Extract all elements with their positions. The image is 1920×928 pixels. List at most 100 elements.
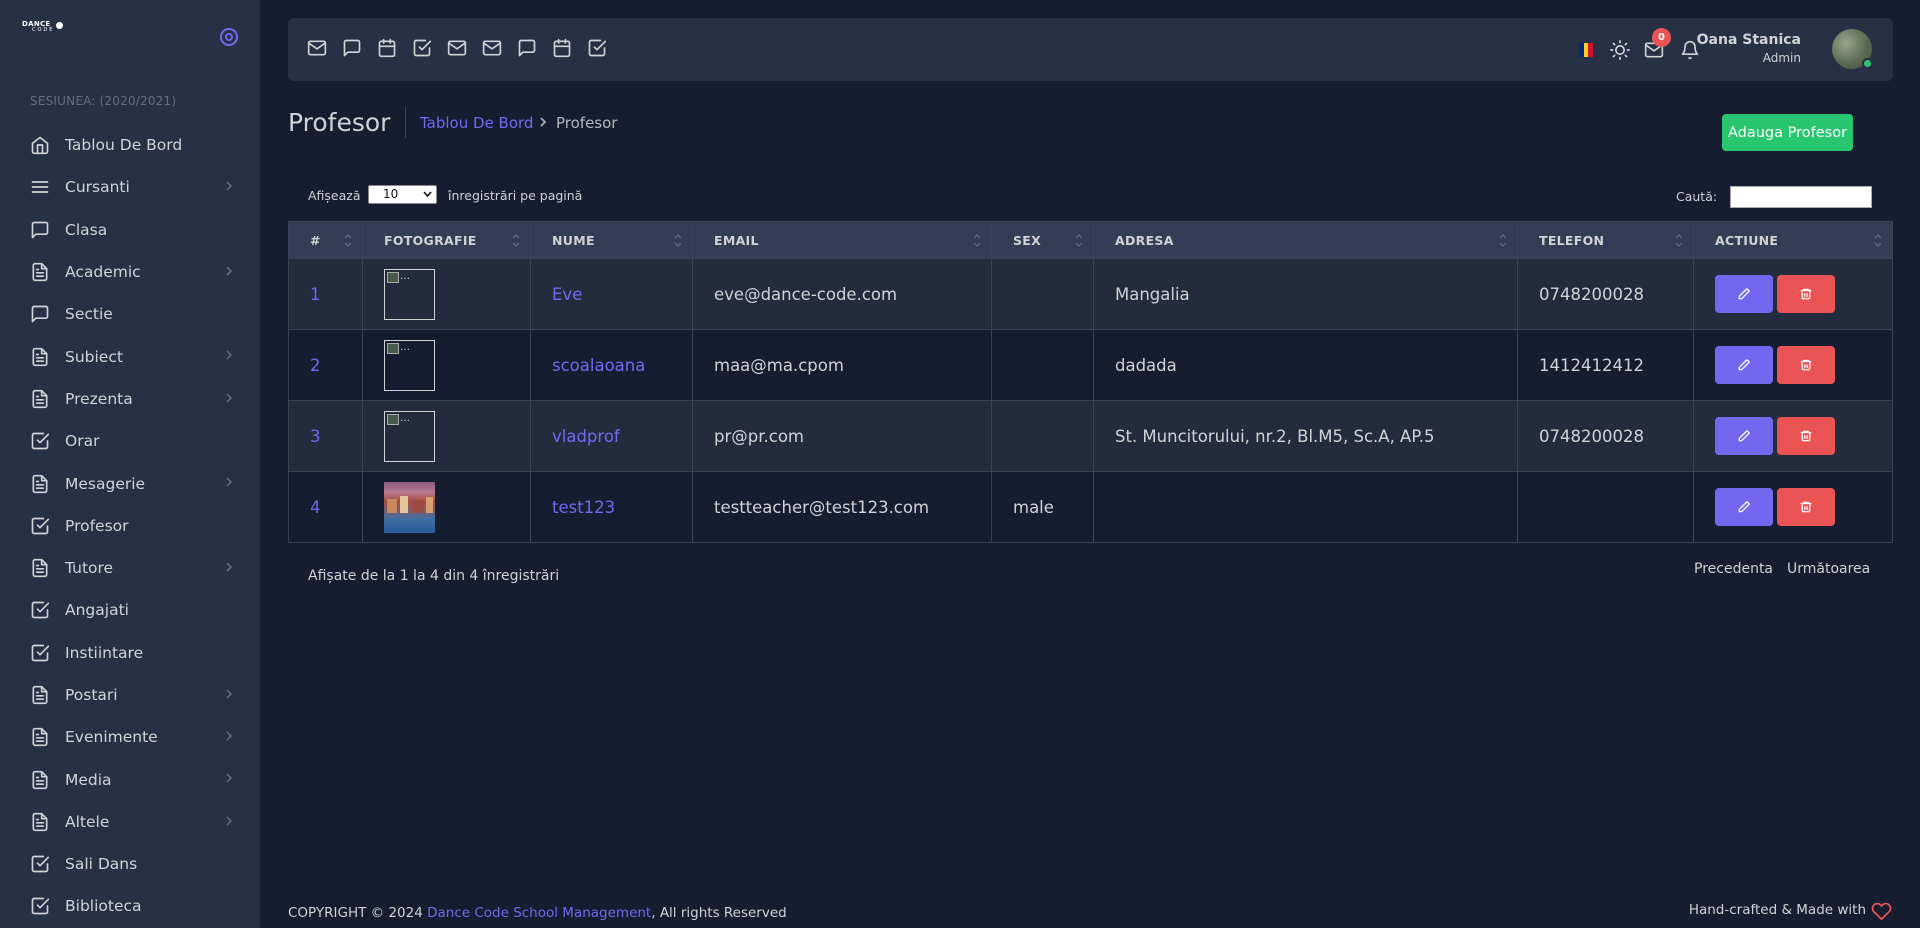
sidebar-item-profesor[interactable]: Profesor [0, 505, 260, 547]
search-input[interactable] [1730, 186, 1872, 208]
sidebar-item-sectie[interactable]: Sectie [0, 293, 260, 335]
teacher-sex: male [991, 471, 1094, 543]
page-length-select[interactable]: 10 [368, 185, 437, 204]
pencil-icon [1738, 430, 1750, 442]
delete-button[interactable] [1777, 346, 1835, 384]
column-header-label: EMAIL [714, 232, 759, 248]
column-header[interactable]: # [288, 221, 363, 259]
mail-icon[interactable] [447, 38, 467, 58]
calendar-icon[interactable] [377, 38, 397, 58]
pencil-icon [1738, 359, 1750, 371]
edit-button[interactable] [1715, 346, 1773, 384]
language-flag-icon[interactable] [1579, 43, 1594, 57]
delete-button[interactable] [1777, 417, 1835, 455]
teacher-name-link[interactable]: scoalaoana [530, 329, 693, 401]
row-id[interactable]: 1 [288, 258, 363, 330]
sidebar-item-clasa[interactable]: Clasa [0, 209, 260, 251]
user-name[interactable]: Oana Stanica [1697, 32, 1801, 48]
sun-icon[interactable] [1610, 40, 1630, 60]
sidebar-item-evenimente[interactable]: Evenimente [0, 716, 260, 758]
photo-detail [387, 498, 397, 513]
sidebar-item-label: Sectie [65, 305, 113, 324]
chevron-right-icon [540, 117, 547, 127]
pagination-next[interactable]: Următoarea [1787, 561, 1870, 577]
teacher-name-link[interactable]: test123 [530, 471, 693, 543]
sidebar: DANCE CODE SESIUNEA: (2020/2021) Tablou … [0, 0, 260, 928]
breadcrumb-link-dashboard[interactable]: Tablou De Bord [420, 114, 533, 132]
teacher-name-link[interactable]: Eve [530, 258, 693, 330]
file-icon [32, 728, 48, 747]
delete-button[interactable] [1777, 275, 1835, 313]
chat-icon[interactable] [517, 38, 537, 58]
column-header-label: ADRESA [1115, 232, 1174, 248]
sidebar-item-subiect[interactable]: Subiect [0, 335, 260, 377]
row-id[interactable]: 3 [288, 400, 363, 472]
teacher-phone [1517, 471, 1694, 543]
sidebar-item-prezenta[interactable]: Prezenta [0, 378, 260, 420]
sidebar-item-tablou-de-bord[interactable]: Tablou De Bord [0, 124, 260, 166]
sidebar-item-altele[interactable]: Altele [0, 801, 260, 843]
avatar[interactable] [1832, 29, 1873, 69]
edit-button[interactable] [1715, 417, 1773, 455]
file-icon [32, 685, 48, 705]
actions-cell [1693, 258, 1893, 330]
check-square-icon [31, 432, 50, 450]
photo-cell: … [362, 400, 531, 472]
footer-link[interactable]: Dance Code School Management [427, 905, 651, 921]
row-id[interactable]: 2 [288, 329, 363, 401]
image-placeholder-icon [387, 413, 399, 425]
column-header[interactable]: TELEFON [1517, 221, 1694, 259]
sidebar-item-angajati[interactable]: Angajati [0, 589, 260, 631]
brand-logo[interactable]: DANCE CODE [22, 20, 63, 38]
teacher-name-link[interactable]: vladprof [530, 400, 693, 472]
column-header[interactable]: ACTIUNE [1693, 221, 1893, 259]
column-header-label: SEX [1013, 232, 1042, 248]
mail-icon[interactable] [307, 38, 327, 58]
sidebar-item-mesagerie[interactable]: Mesagerie [0, 462, 260, 504]
check-square-icon[interactable] [587, 38, 607, 58]
teacher-photo [384, 481, 435, 533]
column-header[interactable]: NUME [530, 221, 693, 259]
sidebar-item-instiintare[interactable]: Instiintare [0, 632, 260, 674]
delete-button[interactable] [1777, 488, 1835, 526]
row-id[interactable]: 4 [288, 471, 363, 543]
edit-button[interactable] [1715, 275, 1773, 313]
footer-copyright: COPYRIGHT © 2024 Dance Code School Manag… [288, 905, 787, 921]
sidebar-item-sali-dans[interactable]: Sali Dans [0, 843, 260, 885]
column-header[interactable]: SEX [991, 221, 1094, 259]
chat-icon [31, 221, 49, 239]
chevron-right-icon [226, 689, 233, 699]
column-header-label: ACTIUNE [1715, 232, 1779, 248]
table-row: 1 … Eve eve@dance-code.com Mangalia 074820002… [288, 258, 1893, 330]
chat-icon[interactable] [342, 38, 362, 58]
column-header[interactable]: FOTOGRAFIE [362, 221, 531, 259]
sidebar-item-label: Tutore [65, 559, 114, 578]
sidebar-item-postari[interactable]: Postari [0, 674, 260, 716]
sidebar-item-cursanti[interactable]: Cursanti [0, 166, 260, 208]
mail-icon[interactable] [482, 38, 502, 58]
sidebar-item-media[interactable]: Media [0, 758, 260, 800]
sidebar-item-tutore[interactable]: Tutore [0, 547, 260, 589]
sidebar-item-biblioteca[interactable]: Biblioteca [0, 885, 260, 927]
column-header[interactable]: EMAIL [692, 221, 992, 259]
chevron-right-icon [226, 816, 233, 826]
chevron-right-icon [226, 731, 233, 741]
calendar-icon[interactable] [552, 38, 572, 58]
trash-icon [1800, 430, 1812, 442]
teacher-email: eve@dance-code.com [692, 258, 992, 330]
page-title: Profesor [288, 108, 391, 137]
sidebar-item-academic[interactable]: Academic [0, 251, 260, 293]
sidebar-item-orar[interactable]: Orar [0, 420, 260, 462]
edit-button[interactable] [1715, 488, 1773, 526]
heart-icon [1871, 902, 1892, 920]
check-square-icon[interactable] [412, 38, 432, 58]
sidebar-toggle-icon[interactable] [220, 28, 238, 46]
copyright-prefix: COPYRIGHT © 2024 [288, 905, 428, 921]
chevron-right-icon [226, 393, 233, 403]
add-teacher-button[interactable]: Adauga Profesor [1722, 114, 1853, 151]
sidebar-item-label: Subiect [65, 347, 123, 366]
user-role: Admin [1762, 51, 1801, 65]
column-header[interactable]: ADRESA [1093, 221, 1518, 259]
pagination-previous[interactable]: Precedenta [1694, 561, 1773, 577]
table-row: 4 test123 testteacher@test123.com male [288, 471, 1893, 543]
